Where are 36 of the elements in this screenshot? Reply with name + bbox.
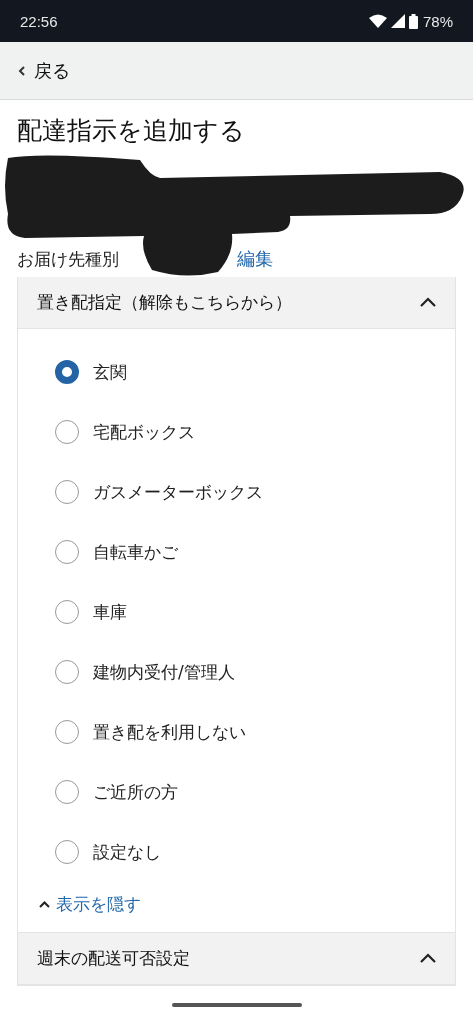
page-title: 配達指示を追加する [17,115,246,147]
destination-label: お届け先種別 [17,247,119,271]
radio-button[interactable] [55,840,79,864]
chevron-left-icon [18,64,26,77]
radio-button[interactable] [55,540,79,564]
edit-link[interactable]: 編集 [237,247,273,271]
option-label: 自転車かご [93,540,178,564]
status-time: 22:56 [20,12,58,30]
option-label: 建物内受付/管理人 [93,660,235,684]
hide-link[interactable]: 表示を隠す [56,892,141,916]
option-label: 設定なし [93,840,161,864]
radio-button[interactable] [55,480,79,504]
battery-level: 78% [422,12,453,30]
section-title: 置き配指定（解除もこちらから） [37,291,292,314]
back-button[interactable]: 戻る [14,54,74,87]
option-label: 車庫 [93,600,127,624]
section-header[interactable]: 週末の配送可否設定 [18,933,455,985]
radio-button[interactable] [55,360,79,384]
section-header[interactable]: 置き配指定（解除もこちらから） [18,277,455,329]
option-label: 置き配を利用しない [93,720,246,744]
battery-icon [408,13,418,29]
chevron-up-icon [419,297,437,308]
option-label: ご近所の方 [93,780,178,804]
radio-button[interactable] [55,780,79,804]
option-label: ガスメーターボックス [93,480,263,504]
radio-button[interactable] [55,420,79,444]
chevron-up-icon [39,900,50,908]
option-label: 玄関 [93,360,127,384]
chevron-up-icon [419,953,437,964]
signal-icon [390,14,405,28]
option-label: 宅配ボックス [93,420,195,444]
wifi-icon [368,14,387,28]
section-title: 週末の配送可否設定 [37,947,190,970]
radio-button[interactable] [55,720,79,744]
radio-button[interactable] [55,600,79,624]
radio-button[interactable] [55,660,79,684]
